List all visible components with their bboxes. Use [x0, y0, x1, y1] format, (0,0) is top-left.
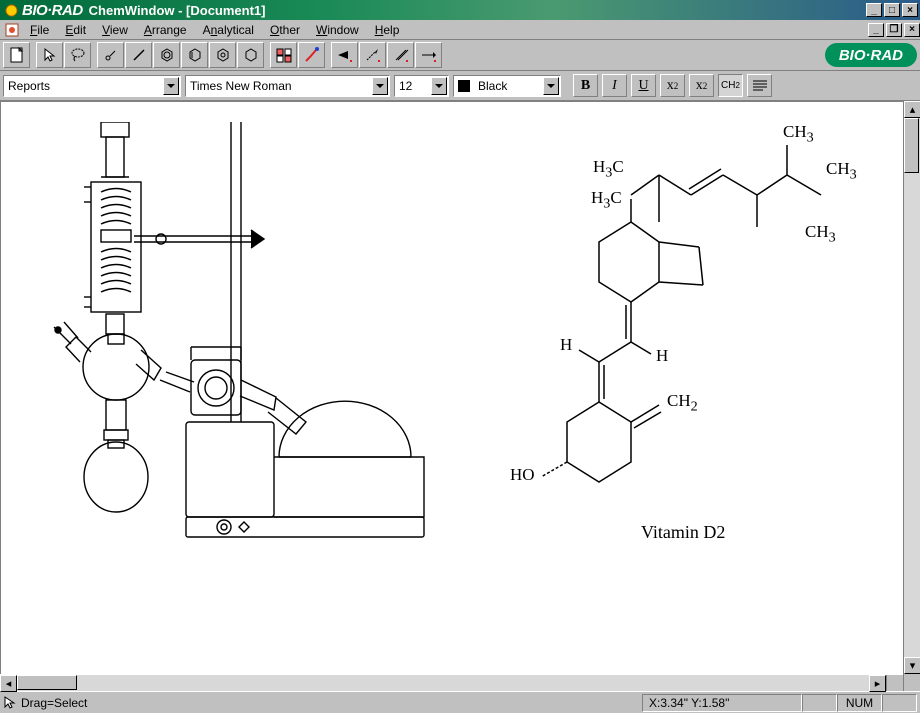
ch2-button[interactable]: CH2: [718, 74, 743, 97]
menu-file[interactable]: File: [22, 21, 57, 39]
chevron-down-icon[interactable]: [163, 77, 179, 95]
chevron-down-icon[interactable]: [372, 77, 388, 95]
menu-edit[interactable]: Edit: [57, 21, 94, 39]
chevron-down-icon[interactable]: [543, 77, 559, 95]
molecule-name: Vitamin D2: [641, 522, 725, 543]
menu-file-rest: ile: [37, 23, 49, 37]
brand-text: BIO·RAD: [22, 2, 83, 19]
toolbar: BIO·RAD: [0, 40, 920, 71]
menubar: File Edit View Arrange Analytical Other …: [0, 20, 920, 40]
brand-logo: BIO·RAD: [825, 43, 917, 67]
pointer-tool[interactable]: [36, 42, 63, 68]
cursor-icon: [3, 696, 16, 709]
statusbar: Drag=Select X:3.34" Y:1.58" NUM: [0, 691, 920, 713]
arrow-right-tool[interactable]: [415, 42, 442, 68]
style-combo[interactable]: Reports: [3, 75, 181, 97]
label-ch2: CH: [667, 391, 691, 410]
underline-button[interactable]: U: [631, 74, 656, 97]
subscript-button[interactable]: x2: [660, 74, 685, 97]
label-ch3-top: CH: [783, 122, 807, 141]
status-blank2: [882, 694, 917, 712]
label-h3c-chain: H: [593, 157, 605, 176]
ring-double-tool[interactable]: [181, 42, 208, 68]
new-document-button[interactable]: [3, 42, 30, 68]
style-value: Reports: [4, 79, 162, 93]
size-value: 12: [395, 79, 430, 93]
scroll-left-button[interactable]: ◂: [0, 675, 17, 692]
vertical-scrollbar[interactable]: ▴ ▾: [903, 101, 920, 691]
close-button[interactable]: ×: [902, 3, 918, 17]
status-coords: X:3.34" Y:1.58": [642, 694, 802, 712]
bond-slash-tool[interactable]: [387, 42, 414, 68]
scroll-right-button[interactable]: ▸: [869, 675, 886, 692]
doc-minimize-button[interactable]: _: [868, 23, 884, 37]
scroll-up-button[interactable]: ▴: [904, 101, 920, 118]
maximize-button[interactable]: □: [884, 3, 900, 17]
color-combo[interactable]: Black: [453, 75, 561, 97]
label-ch3-right: CH: [826, 159, 850, 178]
menu-help[interactable]: Help: [367, 21, 408, 39]
menu-view[interactable]: View: [94, 21, 136, 39]
menu-window[interactable]: Window: [308, 21, 367, 39]
arrow-fill-tool[interactable]: [331, 42, 358, 68]
app-icon: [4, 3, 19, 18]
doc-close-button[interactable]: ×: [904, 23, 920, 37]
status-hint: Drag=Select: [21, 696, 87, 710]
minimize-button[interactable]: _: [866, 3, 882, 17]
titlebar: BIO·RAD ChemWindow - [Document1] _ □ ×: [0, 0, 920, 20]
label-h-right: H: [656, 346, 668, 366]
label-ho: HO: [510, 465, 535, 485]
bond-tool[interactable]: [125, 42, 152, 68]
font-combo[interactable]: Times New Roman: [185, 75, 390, 97]
horizontal-scrollbar[interactable]: ◂ ▸: [0, 674, 903, 691]
status-num: NUM: [837, 694, 882, 712]
vitamin-d2-structure: [491, 127, 881, 527]
font-value: Times New Roman: [186, 79, 371, 93]
menu-other[interactable]: Other: [262, 21, 308, 39]
periodic-table-tool[interactable]: [270, 42, 297, 68]
benzene-tool[interactable]: [153, 42, 180, 68]
document-icon: [5, 23, 19, 37]
bold-button[interactable]: B: [573, 74, 598, 97]
italic-button[interactable]: I: [602, 74, 627, 97]
status-blank1: [802, 694, 837, 712]
canvas-area: CH3 H3C CH3 H3C CH3 H H CH2 HO Vitamin D…: [0, 101, 920, 691]
chevron-down-icon[interactable]: [431, 77, 447, 95]
label-ch3-bottom: CH: [805, 222, 829, 241]
scroll-down-button[interactable]: ▾: [904, 657, 920, 674]
superscript-button[interactable]: x2: [689, 74, 714, 97]
menu-arrange[interactable]: Arrange: [136, 21, 195, 39]
size-combo[interactable]: 12: [394, 75, 449, 97]
label-h3c-ring: H: [591, 188, 603, 207]
label-h-left: H: [560, 335, 572, 355]
doc-restore-button[interactable]: ❐: [886, 23, 902, 37]
color-value: Black: [474, 79, 542, 93]
atom-tool[interactable]: [97, 42, 124, 68]
menu-analytical[interactable]: Analytical: [195, 21, 262, 39]
format-bar: Reports Times New Roman 12 Black B I U x…: [0, 71, 920, 101]
lab-apparatus-drawing: [16, 122, 446, 562]
hexagon-tool[interactable]: [237, 42, 264, 68]
window-title: ChemWindow - [Document1]: [89, 3, 266, 18]
arrow-dash-tool[interactable]: [359, 42, 386, 68]
brush-tool[interactable]: [298, 42, 325, 68]
justify-button[interactable]: [747, 74, 772, 97]
cyclohexane-tool[interactable]: [209, 42, 236, 68]
lasso-tool[interactable]: [64, 42, 91, 68]
color-swatch: [458, 80, 470, 92]
document-canvas[interactable]: CH3 H3C CH3 H3C CH3 H H CH2 HO Vitamin D…: [0, 101, 903, 674]
